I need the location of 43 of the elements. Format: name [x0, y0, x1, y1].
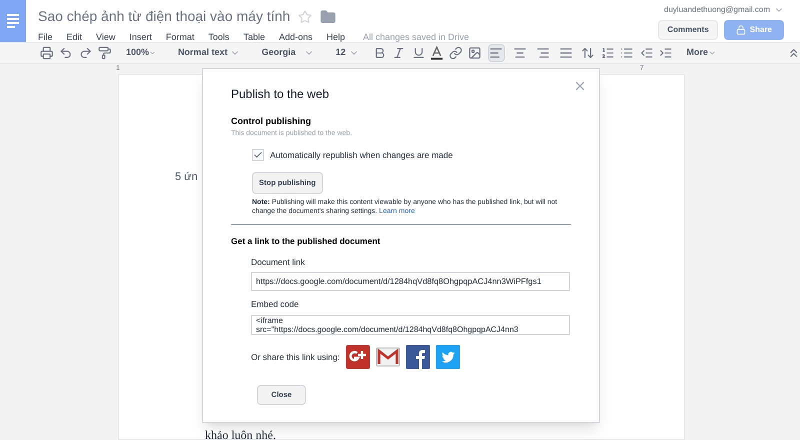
checkbox-label: Automatically republish when changes are made — [270, 149, 453, 162]
field-label: Embed code — [251, 298, 300, 311]
field-label: Document link — [251, 256, 306, 268]
indent-increase-icon[interactable] — [659, 46, 673, 60]
republish-checkbox[interactable] — [252, 149, 264, 162]
embed-code-field[interactable]: <iframe src="https://docs.google.com/document/d/1284hqVd8fq8OhgpqpACJ4nn3 — [251, 315, 570, 335]
menu-item[interactable]: View — [96, 31, 116, 44]
underline-icon[interactable] — [412, 46, 426, 60]
section-heading: Control publishing — [231, 115, 312, 128]
folder-icon[interactable] — [320, 8, 336, 24]
print-icon[interactable] — [40, 46, 54, 60]
redo-icon[interactable] — [78, 46, 92, 60]
document-text: 5 ứn — [175, 170, 198, 185]
account-email[interactable]: duyluandethuong@gmail.com — [664, 4, 770, 16]
link-icon[interactable] — [448, 46, 462, 60]
more-dropdown[interactable]: More — [678, 41, 725, 65]
numbered-list-icon[interactable] — [600, 46, 614, 60]
document-text: khảo luôn nhé. — [205, 427, 276, 440]
menu-item[interactable]: Edit — [66, 31, 82, 44]
paint-format-icon[interactable] — [98, 46, 112, 60]
docs-logo-icon[interactable] — [0, 0, 26, 42]
document-title[interactable]: Sao chép ảnh từ điện thoại vào máy tính — [38, 6, 290, 27]
save-status: All changes saved in Drive — [363, 31, 470, 44]
share-label: Or share this link using: — [251, 350, 340, 364]
undo-icon[interactable] — [59, 46, 73, 60]
section-heading: Get a link to the published document — [231, 234, 382, 248]
line-spacing-icon[interactable] — [581, 46, 595, 60]
align-button[interactable] — [488, 44, 506, 62]
bird-icon[interactable] — [436, 345, 460, 369]
facebook-icon[interactable] — [406, 345, 430, 369]
gplus-icon[interactable] — [346, 345, 370, 369]
close-icon[interactable] — [573, 79, 587, 93]
text-color-icon[interactable] — [431, 46, 443, 60]
image-icon[interactable] — [468, 46, 482, 60]
italic-icon[interactable] — [392, 46, 406, 60]
lock-icon — [736, 25, 746, 35]
menu-item[interactable]: File — [38, 31, 53, 44]
indent-decrease-icon[interactable] — [640, 46, 654, 60]
star-icon[interactable] — [298, 10, 312, 24]
comments-button[interactable]: Comments — [658, 20, 718, 40]
mail-icon[interactable] — [376, 345, 400, 369]
dialog-title: Publish to the web — [231, 86, 330, 103]
document-link-field[interactable]: https://docs.google.com/document/d/1284hqVd8fq8OhgpqpACJ4nn3WiPFfgs1 — [251, 272, 570, 292]
